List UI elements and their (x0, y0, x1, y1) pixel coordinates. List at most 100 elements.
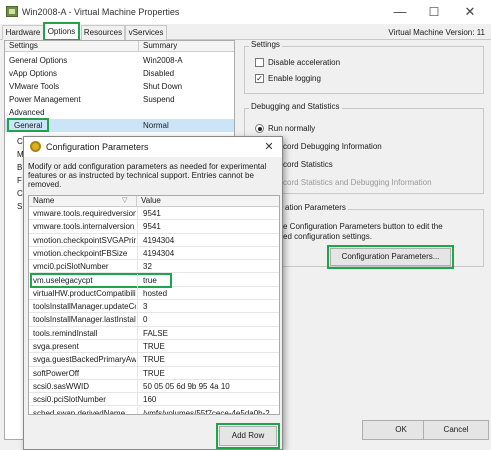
table-row[interactable]: softPowerOff TRUE (29, 366, 279, 380)
col-header-name[interactable]: Name ▽ (29, 196, 137, 207)
table-row[interactable]: vmware.tools.requiredversion 9541 (29, 207, 279, 221)
list-item-partial[interactable]: C (17, 189, 23, 198)
col-header-settings[interactable]: Settings (5, 41, 139, 52)
list-item-partial[interactable]: S (17, 202, 22, 211)
debugging-group-label: Debugging and Statistics (249, 102, 342, 111)
param-name: vmotion.checkpointSVGAPrimarySize (33, 235, 136, 245)
param-value: /vmfs/volumes/55f7cece-4e5da0b-2 (143, 408, 270, 415)
param-name: virtualHW.productCompatibility (33, 288, 136, 298)
param-value: 3 (143, 302, 148, 312)
dialog-description: Modify or add configuration parameters a… (28, 162, 267, 189)
disable-acceleration-label: Disable acceleration (268, 58, 341, 67)
close-button[interactable]: ✕ (456, 2, 484, 22)
tab-resources[interactable]: Resources (81, 25, 125, 40)
parameters-grid: Name ▽ Value vmware.tools.requiredversio… (28, 195, 280, 415)
tab-hardware[interactable]: Hardware (2, 25, 44, 40)
dialog-title-bar: Configuration Parameters ✕ (24, 137, 282, 157)
param-value: 4194304 (143, 235, 175, 245)
maximize-button[interactable]: ☐ (420, 2, 448, 22)
vm-icon (6, 6, 18, 17)
setting-name: vApp Options (9, 69, 58, 78)
param-name: softPowerOff (33, 368, 80, 378)
table-row[interactable]: vmotion.checkpointSVGAPrimarySize 4194304 (29, 233, 279, 247)
table-row[interactable]: toolsInstallManager.lastInstallError 0 (29, 313, 279, 327)
table-row-highlighted[interactable]: vm.uselegacycpt true (29, 272, 279, 288)
param-name: vmware.tools.internalversion (33, 222, 135, 232)
table-row[interactable]: vmotion.checkpointFBSize 4194304 (29, 246, 279, 261)
col-header-summary[interactable]: Summary (139, 41, 234, 52)
list-item-partial[interactable]: F (17, 176, 22, 185)
param-name: vmci0.pciSlotNumber (33, 262, 109, 272)
param-name: vmotion.checkpointFBSize (33, 248, 128, 258)
configuration-parameters-button[interactable]: Configuration Parameters... (330, 248, 451, 266)
param-value: 32 (143, 262, 152, 272)
table-row[interactable]: sched.swap.derivedName/vmfs/volumes/55f7… (29, 406, 279, 415)
table-row[interactable]: vmci0.pciSlotNumber 32 (29, 260, 279, 274)
list-item[interactable]: VMware Tools Shut Down (5, 80, 234, 93)
tab-vservices[interactable]: vServices (125, 25, 167, 40)
param-name: vm.uselegacycpt (33, 275, 93, 285)
minimize-button[interactable]: — (386, 2, 414, 22)
record-debugging-label[interactable]: cord Debugging Information (283, 142, 382, 151)
dialog-close-button[interactable]: ✕ (260, 139, 278, 155)
list-item[interactable]: vApp Options Disabled (5, 67, 234, 80)
param-value: 160 (143, 395, 157, 405)
param-value: 0 (143, 315, 148, 325)
enable-logging-checkbox[interactable]: ✓ (255, 74, 264, 83)
list-item-partial[interactable]: C (17, 137, 23, 146)
param-name: vmware.tools.requiredversion (33, 209, 136, 218)
window-title: Win2008-A - Virtual Machine Properties (22, 7, 180, 17)
table-row[interactable]: virtualHW.productCompatibility hosted (29, 286, 279, 301)
list-item[interactable]: Power Management Suspend (5, 93, 234, 106)
title-bar: Win2008-A - Virtual Machine Properties —… (0, 0, 491, 24)
cancel-button[interactable]: Cancel (423, 420, 489, 440)
setting-summary: Win2008-A (143, 56, 183, 65)
col-header-value[interactable]: Value (137, 196, 279, 207)
config-params-desc: ed configuration settings. (283, 232, 372, 241)
param-value: 50 05 05 6d 9b 95 4a 10 (143, 381, 230, 391)
param-value: 9541 (143, 222, 161, 232)
gear-icon (30, 141, 41, 152)
config-params-group-label: ation Parameters (283, 203, 348, 212)
setting-name: Power Management (9, 95, 81, 104)
list-item[interactable]: General Options Win2008-A (5, 54, 234, 67)
setting-name: VMware Tools (9, 82, 60, 91)
run-normally-label: Run normally (268, 124, 316, 133)
param-value: TRUE (143, 355, 165, 365)
setting-summary: Normal (143, 121, 169, 130)
sort-icon: ▽ (122, 197, 128, 204)
setting-summary: Shut Down (143, 82, 183, 91)
col-header-name-label: Name (33, 196, 55, 205)
param-name: toolsInstallManager.lastInstallError (33, 315, 136, 325)
param-name: svga.guestBackedPrimaryAware (33, 355, 136, 365)
param-value: 4194304 (143, 248, 175, 258)
table-row[interactable]: scsi0.sasWWID 50 05 05 6d 9b 95 4a 10 (29, 379, 279, 394)
table-row[interactable]: tools.remindInstall FALSE (29, 326, 279, 340)
table-row[interactable]: vmware.tools.internalversion 9541 (29, 220, 279, 234)
list-item-selected[interactable]: General Normal (5, 118, 234, 132)
table-row[interactable]: svga.present TRUE (29, 340, 279, 354)
record-statistics-debugging-label[interactable]: cord Statistics and Debugging Informatio… (283, 178, 432, 187)
param-name: toolsInstallManager.updateCounter (33, 302, 136, 312)
setting-name: General Options (9, 56, 68, 65)
param-value: FALSE (143, 328, 168, 338)
list-item-partial[interactable]: B (17, 163, 22, 172)
setting-name: General (7, 118, 50, 132)
tab-options[interactable]: Options (43, 22, 80, 41)
param-value: TRUE (143, 368, 165, 378)
table-row[interactable]: scsi0.pciSlotNumber 160 (29, 393, 279, 407)
add-row-button[interactable]: Add Row (219, 426, 277, 446)
radio-dot (258, 127, 262, 131)
setting-summary: Suspend (143, 95, 175, 104)
table-row[interactable]: toolsInstallManager.updateCounter 3 (29, 300, 279, 314)
record-statistics-label[interactable]: cord Statistics (283, 160, 333, 169)
disable-acceleration-checkbox[interactable] (255, 58, 264, 67)
param-name: scsi0.sasWWID (33, 381, 89, 391)
param-name: scsi0.pciSlotNumber (33, 395, 106, 405)
table-row[interactable]: svga.guestBackedPrimaryAware TRUE (29, 353, 279, 367)
setting-summary: Disabled (143, 69, 175, 78)
enable-logging-label: Enable logging (268, 74, 321, 83)
configuration-parameters-dialog: Configuration Parameters ✕ Modify or add… (23, 136, 283, 450)
settings-group (244, 46, 484, 94)
dialog-title: Configuration Parameters (46, 142, 149, 152)
